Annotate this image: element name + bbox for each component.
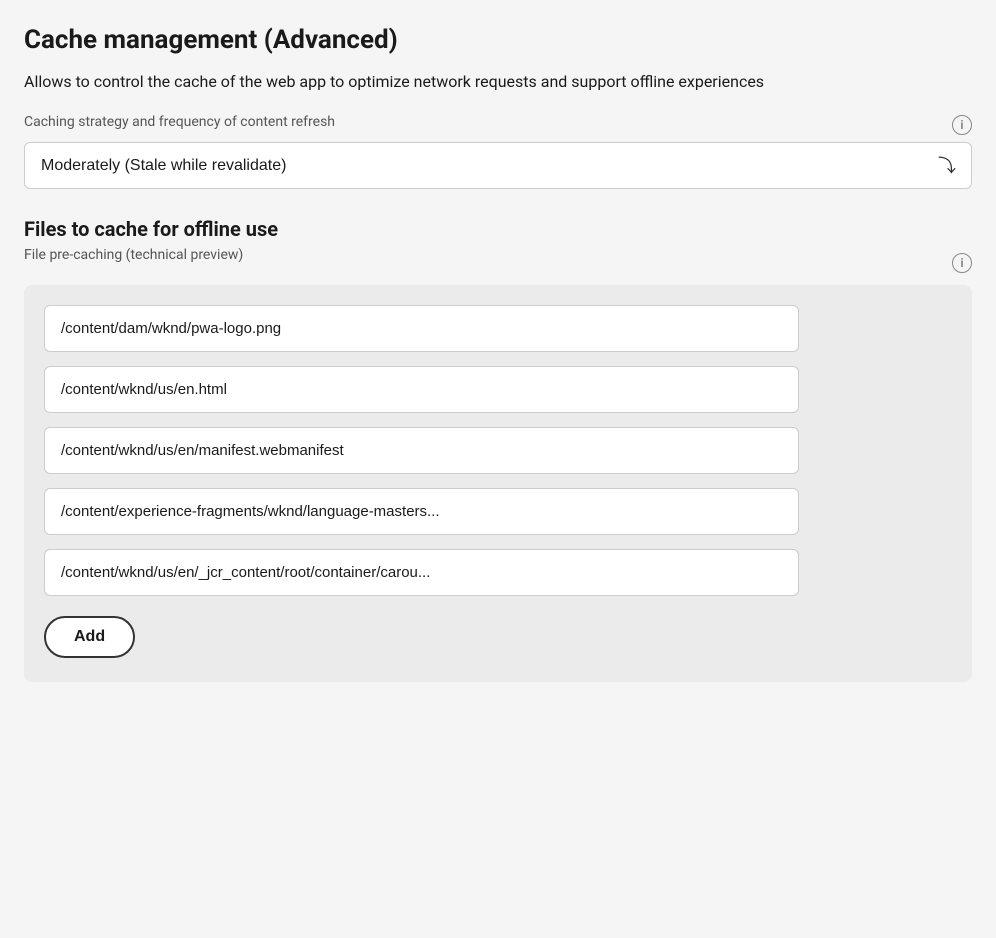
file-row bbox=[44, 366, 952, 413]
page-container: Cache management (Advanced) Allows to co… bbox=[24, 24, 972, 682]
file-input-2[interactable] bbox=[44, 366, 799, 413]
file-input-3[interactable] bbox=[44, 427, 799, 474]
delete-button-2[interactable] bbox=[811, 383, 823, 395]
file-input-4[interactable] bbox=[44, 488, 799, 535]
file-row bbox=[44, 427, 952, 474]
file-row bbox=[44, 488, 952, 535]
delete-button-5[interactable] bbox=[811, 566, 823, 578]
caching-info-icon[interactable]: i bbox=[952, 115, 972, 135]
delete-button-4[interactable] bbox=[811, 505, 823, 517]
sort-button-5[interactable] bbox=[833, 566, 845, 578]
file-row bbox=[44, 305, 952, 352]
sort-button-2[interactable] bbox=[833, 383, 845, 395]
file-row bbox=[44, 549, 952, 596]
page-title: Cache management (Advanced) bbox=[24, 24, 972, 58]
sort-button-1[interactable] bbox=[833, 322, 845, 334]
files-section-heading: Files to cache for offline use bbox=[24, 217, 972, 241]
file-actions-3 bbox=[811, 444, 845, 456]
file-input-1[interactable] bbox=[44, 305, 799, 352]
add-button[interactable]: Add bbox=[44, 616, 135, 658]
delete-button-3[interactable] bbox=[811, 444, 823, 456]
caching-strategy-dropdown-container: Moderately (Stale while revalidate)Aggre… bbox=[24, 142, 972, 189]
file-input-5[interactable] bbox=[44, 549, 799, 596]
precaching-label: File pre-caching (technical preview) bbox=[24, 247, 243, 263]
sort-button-3[interactable] bbox=[833, 444, 845, 456]
caching-strategy-select[interactable]: Moderately (Stale while revalidate)Aggre… bbox=[24, 142, 972, 189]
file-actions-1 bbox=[811, 322, 845, 334]
files-section: Add bbox=[24, 285, 972, 682]
file-actions-5 bbox=[811, 566, 845, 578]
caching-label-row: Caching strategy and frequency of conten… bbox=[24, 114, 972, 136]
sort-button-4[interactable] bbox=[833, 505, 845, 517]
caching-strategy-label: Caching strategy and frequency of conten… bbox=[24, 114, 335, 130]
precaching-info-icon[interactable]: i bbox=[952, 253, 972, 273]
file-actions-2 bbox=[811, 383, 845, 395]
page-description: Allows to control the cache of the web a… bbox=[24, 70, 972, 94]
precaching-label-row: File pre-caching (technical preview) i bbox=[24, 247, 972, 279]
file-actions-4 bbox=[811, 505, 845, 517]
delete-button-1[interactable] bbox=[811, 322, 823, 334]
